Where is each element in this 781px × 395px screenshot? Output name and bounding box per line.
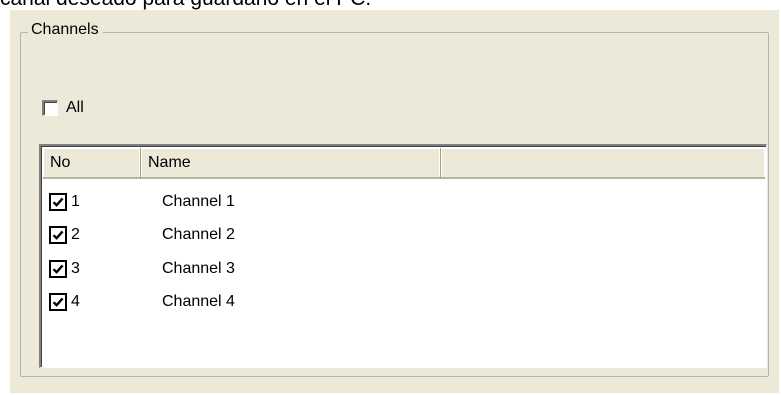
checkmark-icon xyxy=(52,297,64,308)
row-checkbox[interactable] xyxy=(49,259,67,278)
row-channel-name: Channel 4 xyxy=(162,293,235,311)
row-channel-name: Channel 3 xyxy=(162,259,235,277)
row-channel-name: Channel 2 xyxy=(162,226,235,244)
column-header-no[interactable]: No xyxy=(43,148,141,179)
column-header-empty[interactable] xyxy=(441,148,765,179)
checkmark-icon xyxy=(52,197,64,207)
row-checkbox[interactable] xyxy=(49,293,67,312)
list-item[interactable]: 3 Channel 3 xyxy=(49,252,235,286)
list-item[interactable]: 4 Channel 4 xyxy=(49,286,235,320)
checkmark-icon xyxy=(52,264,64,274)
row-checkbox[interactable] xyxy=(49,192,67,211)
list-header: No Name xyxy=(43,148,765,179)
row-number: 1 xyxy=(71,192,80,210)
row-checkbox[interactable] xyxy=(49,226,67,245)
list-item[interactable]: 2 Channel 2 xyxy=(49,219,235,253)
row-number: 3 xyxy=(71,259,80,277)
list-item[interactable]: 1 Channel 1 xyxy=(49,185,235,219)
column-header-name[interactable]: Name xyxy=(141,148,441,179)
all-checkbox-label: All xyxy=(66,99,84,116)
channel-listview[interactable]: No Name 1 Channel 1 2 Channel 2 3 Channe… xyxy=(39,144,767,368)
all-checkbox[interactable]: All xyxy=(42,99,84,117)
row-number: 2 xyxy=(71,226,80,244)
checkmark-icon xyxy=(52,230,64,241)
groupbox-title: Channels xyxy=(28,21,103,39)
row-channel-name: Channel 1 xyxy=(162,192,235,210)
list-rows: 1 Channel 1 2 Channel 2 3 Channel 3 4 Ch… xyxy=(49,185,235,319)
row-number: 4 xyxy=(71,293,80,311)
channels-panel: Channels All No Name 1 Channel 1 2 Chann… xyxy=(10,10,779,393)
all-checkbox-box[interactable] xyxy=(42,100,58,116)
